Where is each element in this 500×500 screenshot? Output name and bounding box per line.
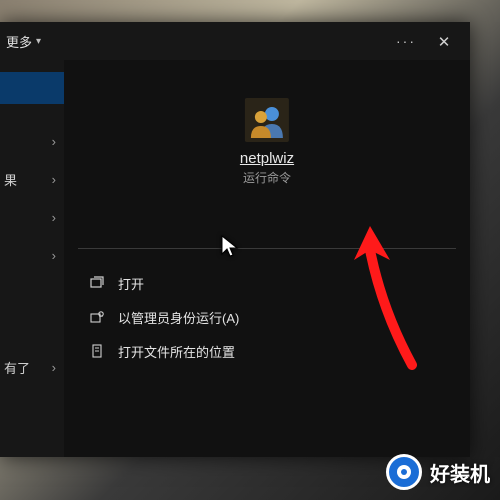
admin-icon bbox=[88, 310, 106, 324]
sidebar-item[interactable]: 有了 › bbox=[0, 348, 64, 386]
detail-pane: netplwiz 运行命令 打开 以管理员身份运行(A) 打开 bbox=[64, 60, 470, 457]
action-open-location[interactable]: 打开文件所在的位置 bbox=[88, 334, 239, 368]
action-label: 以管理员身份运行(A) bbox=[118, 308, 239, 327]
overflow-button[interactable]: ··· bbox=[396, 33, 416, 49]
chevron-right-icon: › bbox=[52, 172, 56, 187]
mouse-cursor-icon bbox=[220, 234, 240, 265]
watermark-logo-icon bbox=[386, 454, 422, 490]
chevron-right-icon: › bbox=[52, 360, 56, 375]
sidebar-item[interactable]: › bbox=[0, 122, 64, 160]
action-list: 打开 以管理员身份运行(A) 打开文件所在的位置 bbox=[88, 266, 239, 368]
sidebar-item[interactable]: 果 › bbox=[0, 160, 64, 198]
action-label: 打开 bbox=[118, 274, 144, 293]
close-button[interactable]: ✕ bbox=[432, 30, 456, 54]
chevron-down-icon: ▾ bbox=[36, 36, 41, 47]
app-name-link[interactable]: netplwiz bbox=[240, 150, 294, 167]
user-accounts-icon bbox=[245, 98, 289, 142]
annotation-arrow-icon bbox=[352, 220, 442, 375]
app-header: netplwiz 运行命令 bbox=[240, 98, 294, 186]
watermark-text: 好装机 bbox=[430, 458, 490, 487]
sidebar-item[interactable]: › bbox=[0, 236, 64, 274]
sidebar-item-label: 果 bbox=[4, 170, 17, 189]
more-label: 更多 bbox=[6, 32, 32, 51]
sidebar-item[interactable]: › bbox=[0, 198, 64, 236]
watermark: 好装机 bbox=[386, 454, 490, 490]
sidebar-item-label: 有了 bbox=[4, 358, 30, 377]
divider bbox=[78, 248, 456, 249]
chevron-right-icon: › bbox=[52, 248, 56, 263]
action-label: 打开文件所在的位置 bbox=[118, 342, 235, 361]
chevron-right-icon: › bbox=[52, 134, 56, 149]
open-icon bbox=[88, 276, 106, 290]
close-icon: ✕ bbox=[438, 33, 451, 51]
app-subtitle: 运行命令 bbox=[240, 169, 294, 186]
action-run-as-admin[interactable]: 以管理员身份运行(A) bbox=[88, 300, 239, 334]
chevron-right-icon: › bbox=[52, 210, 56, 225]
sidebar: › 果 › › › 有了 › bbox=[0, 22, 64, 457]
action-open[interactable]: 打开 bbox=[88, 266, 239, 300]
titlebar: 更多 ▾ ··· ✕ bbox=[0, 22, 470, 60]
folder-location-icon bbox=[88, 344, 106, 358]
search-panel: 更多 ▾ ··· ✕ › 果 › › › 有了 › bbox=[0, 22, 470, 457]
sidebar-selected-item[interactable] bbox=[0, 72, 64, 104]
more-dropdown[interactable]: 更多 ▾ bbox=[6, 32, 41, 51]
